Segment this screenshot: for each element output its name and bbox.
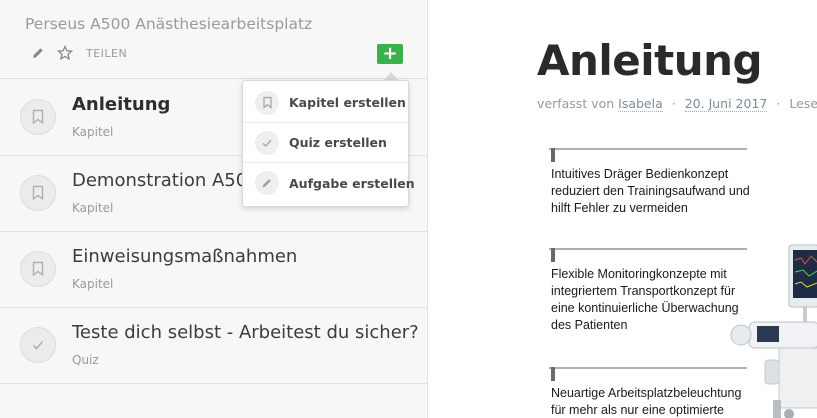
menu-item-create-task[interactable]: Aufgabe erstellen (243, 163, 415, 203)
block-marker (551, 148, 555, 162)
anesthesia-device-image (730, 244, 817, 418)
block-divider (549, 248, 747, 250)
menu-item-create-chapter[interactable]: Kapitel erstellen (243, 83, 408, 123)
check-icon (20, 327, 56, 363)
bookmark-icon (20, 251, 56, 287)
star-icon[interactable] (57, 45, 73, 61)
block-divider (549, 148, 747, 150)
menu-item-create-quiz[interactable]: Quiz erstellen (243, 123, 408, 163)
add-button[interactable]: + (377, 44, 403, 64)
share-button[interactable]: TEILEN (86, 47, 127, 60)
bookmark-icon (20, 175, 56, 211)
author-link[interactable]: Isabela (618, 96, 663, 112)
item-type: Quiz (72, 353, 99, 367)
block-marker (551, 367, 555, 381)
reading-time-label: Lesezeit: (789, 96, 817, 111)
feature-text: Intuitives Dräger Bedienkonzept reduzier… (551, 167, 750, 215)
meta-prefix: verfasst von (537, 96, 615, 111)
check-icon (255, 130, 279, 155)
pencil-icon (255, 171, 279, 195)
menu-item-label: Kapitel erstellen (289, 95, 406, 110)
course-sidebar: Perseus A500 Anästhesiearbeitsplatz TEIL… (0, 0, 428, 418)
bookmark-icon (255, 90, 279, 115)
item-title: Demonstration A500 (72, 170, 259, 191)
item-title: Anleitung (72, 94, 171, 115)
sidebar-header: Perseus A500 Anästhesiearbeitsplatz TEIL… (0, 0, 428, 79)
list-item-quiz[interactable]: Teste dich selbst - Arbeitest du sicher?… (0, 308, 428, 384)
page-title: Anleitung (537, 36, 763, 85)
edit-icon[interactable] (30, 45, 46, 61)
date-link[interactable]: 20. Juni 2017 (684, 96, 768, 112)
menu-item-label: Quiz erstellen (289, 135, 387, 150)
item-title: Einweisungsmaßnahmen (72, 246, 298, 267)
item-title: Teste dich selbst - Arbeitest du sicher? (72, 322, 419, 343)
app-root: Perseus A500 Anästhesiearbeitsplatz TEIL… (0, 0, 817, 418)
item-type: Kapitel (72, 201, 114, 215)
main-content: Anleitung verfasst von Isabela · 20. Jun… (429, 0, 817, 418)
block-marker (551, 248, 555, 262)
list-item-einweisung[interactable]: Einweisungsmaßnahmen Kapitel (0, 232, 428, 308)
meta-separator: · (671, 96, 676, 111)
block-divider (549, 367, 747, 369)
post-meta: verfasst von Isabela · 20. Juni 2017 · L… (537, 96, 817, 112)
course-title: Perseus A500 Anästhesiearbeitsplatz (25, 15, 313, 33)
bookmark-icon (20, 99, 56, 135)
item-type: Kapitel (72, 277, 114, 291)
menu-item-label: Aufgabe erstellen (289, 175, 415, 191)
meta-separator: · (776, 96, 781, 111)
add-dropdown-menu: Kapitel erstellen Quiz erstellen Aufgabe… (242, 80, 415, 207)
item-type: Kapitel (72, 125, 114, 139)
